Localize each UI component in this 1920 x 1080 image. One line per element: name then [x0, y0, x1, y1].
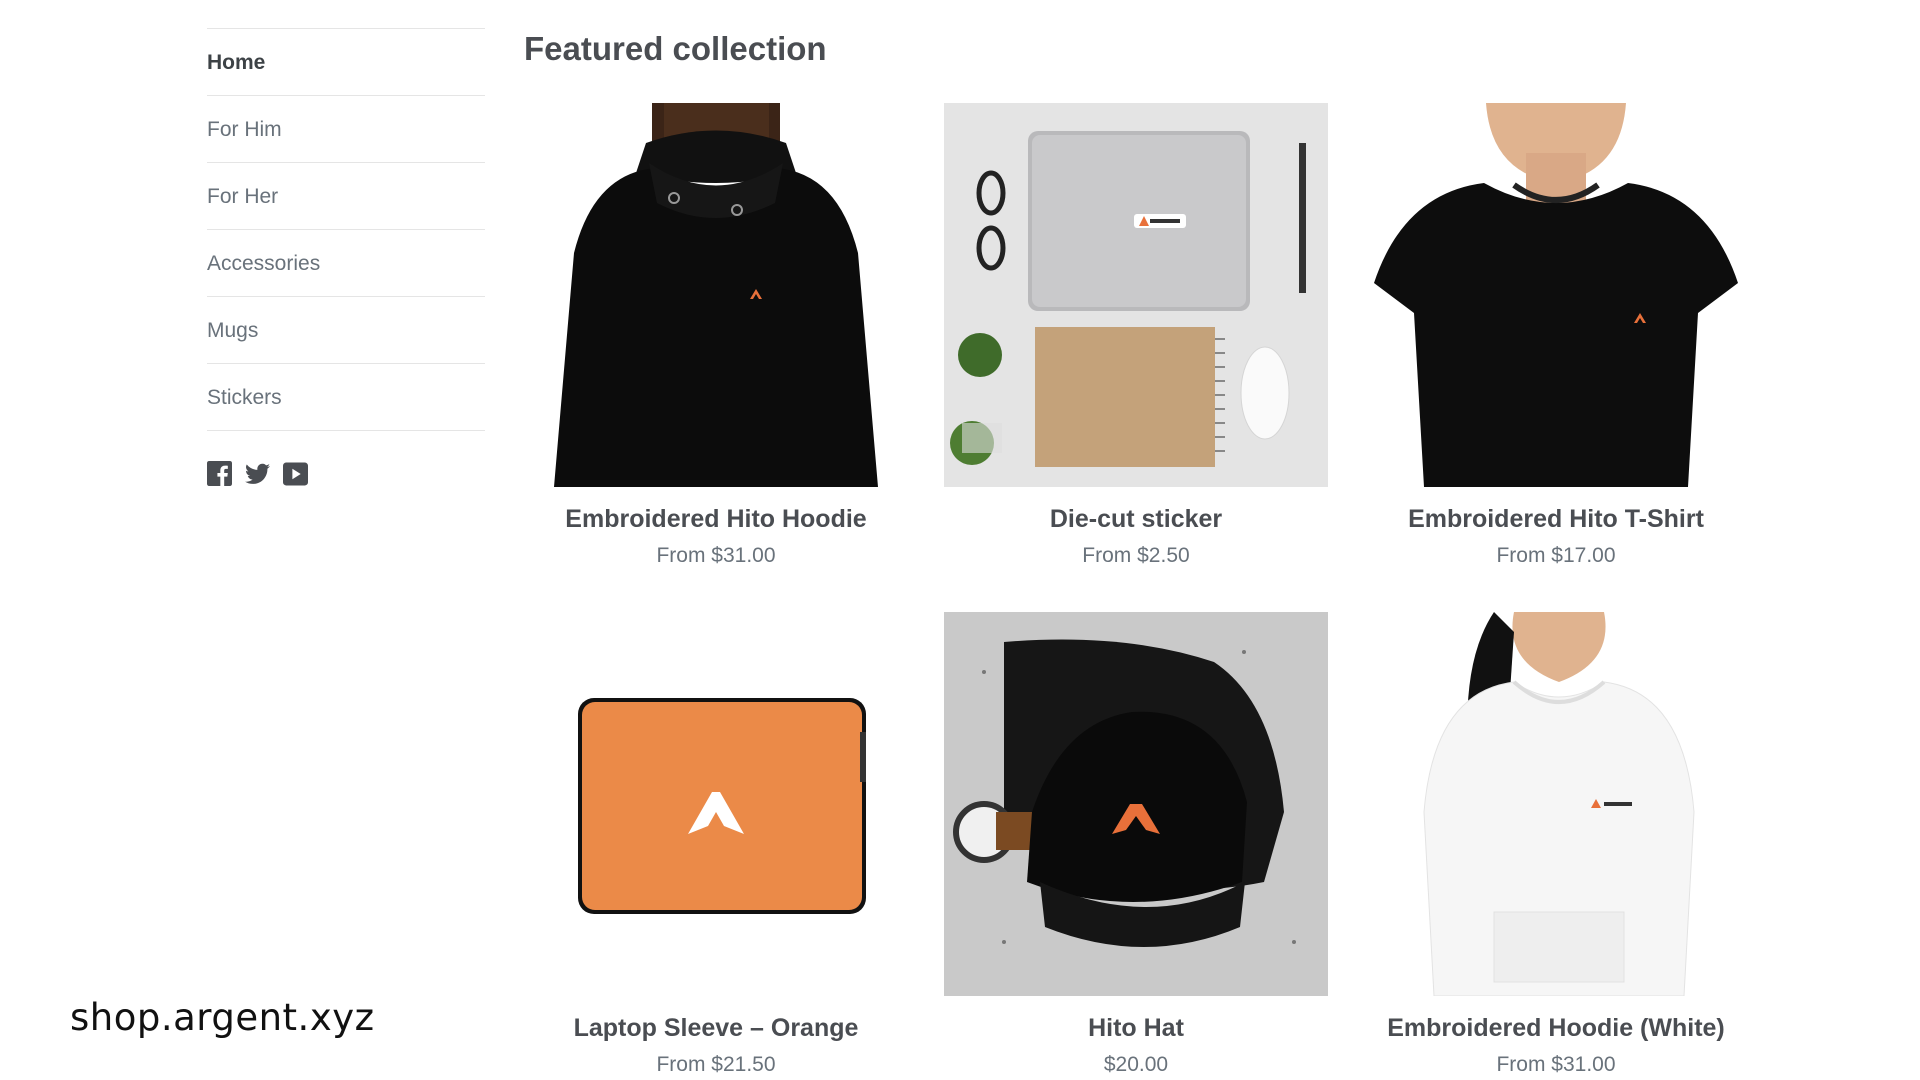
product-image-laptop-sticker[interactable]	[944, 103, 1328, 487]
sidebar-item-accessories[interactable]: Accessories	[207, 229, 485, 296]
sidebar-item-mugs[interactable]: Mugs	[207, 296, 485, 363]
product-image-orange-sleeve[interactable]	[524, 612, 908, 996]
product-card-die-cut-sticker[interactable]: Die-cut sticker From $2.50	[944, 103, 1328, 568]
twitter-icon[interactable]	[245, 461, 270, 486]
sidebar-item-for-her[interactable]: For Her	[207, 162, 485, 229]
product-price: From $21.50	[656, 1053, 776, 1076]
sidebar-item-home[interactable]: Home	[207, 28, 485, 95]
product-image-black-hoodie[interactable]	[524, 103, 908, 487]
product-image-black-tshirt[interactable]	[1364, 103, 1748, 487]
page-title: Featured collection	[524, 30, 827, 67]
product-title[interactable]: Embroidered Hoodie (White)	[1364, 1014, 1748, 1043]
product-card-hito-hoodie[interactable]: Embroidered Hito Hoodie From $31.00	[524, 103, 908, 568]
sidebar-item-stickers[interactable]: Stickers	[207, 363, 485, 430]
product-title[interactable]: Hito Hat	[944, 1014, 1328, 1043]
product-price: From $31.00	[656, 544, 776, 567]
sidebar-item-for-him[interactable]: For Him	[207, 95, 485, 162]
product-image-white-hoodie[interactable]	[1364, 612, 1748, 996]
product-card-hito-hat[interactable]: Hito Hat $20.00	[944, 612, 1328, 1077]
product-title[interactable]: Laptop Sleeve – Orange	[524, 1014, 908, 1043]
product-price: From $17.00	[1496, 544, 1616, 567]
social-links	[207, 461, 485, 486]
sidebar: Home For Him For Her Accessories Mugs St…	[207, 28, 485, 486]
product-price: $20.00	[1103, 1053, 1169, 1076]
product-title[interactable]: Die-cut sticker	[944, 505, 1328, 534]
product-price: From $31.00	[1496, 1053, 1616, 1076]
product-card-white-hoodie[interactable]: Embroidered Hoodie (White) From $31.00	[1364, 612, 1748, 1077]
facebook-icon[interactable]	[207, 461, 232, 486]
sidebar-nav: Home For Him For Her Accessories Mugs St…	[207, 28, 485, 431]
product-card-laptop-sleeve[interactable]: Laptop Sleeve – Orange From $21.50	[524, 612, 908, 1077]
product-image-black-cap[interactable]	[944, 612, 1328, 996]
product-title[interactable]: Embroidered Hito Hoodie	[524, 505, 908, 534]
product-title[interactable]: Embroidered Hito T-Shirt	[1364, 505, 1748, 534]
product-card-hito-tshirt[interactable]: Embroidered Hito T-Shirt From $17.00	[1364, 103, 1748, 568]
url-caption: shop.argent.xyz	[70, 996, 375, 1039]
product-price: From $2.50	[1082, 544, 1190, 567]
youtube-icon[interactable]	[283, 461, 308, 486]
